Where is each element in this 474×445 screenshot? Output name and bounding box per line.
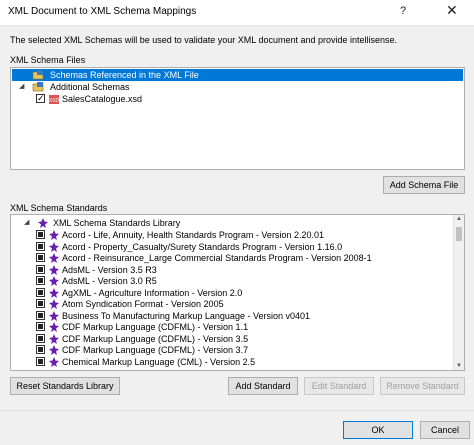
standard-item-label: CDF Markup Language (CDFML) - Version 1.…: [62, 322, 249, 332]
tree-item-referenced-schemas[interactable]: Schemas Referenced in the XML File: [12, 69, 463, 81]
standard-checkbox[interactable]: [36, 299, 45, 308]
schema-folder-icon: [32, 70, 44, 80]
standard-icon: [49, 356, 59, 367]
standard-checkbox[interactable]: [36, 230, 45, 239]
xsd-file-icon: XSD: [49, 95, 60, 104]
collapse-arrow-icon[interactable]: ◢: [19, 81, 24, 93]
cancel-button[interactable]: Cancel: [420, 421, 470, 439]
standard-item-label: Business To Manufacturing Markup Languag…: [62, 310, 310, 321]
ok-button[interactable]: OK: [343, 421, 413, 439]
standard-item-label: Acord - Property_Casualty/Surety Standar…: [62, 241, 343, 252]
tree-item-standards-library[interactable]: ◢ XML Schema Standards Library: [12, 217, 452, 229]
standard-item[interactable]: Acord - Life, Annuity, Health Standards …: [12, 229, 452, 241]
standard-icon: [49, 310, 59, 321]
standard-item[interactable]: AdsML - Version 3.0 R5: [12, 275, 452, 287]
standard-item-label: Atom Syndication Format - Version 2005: [62, 299, 224, 309]
svg-text:XSD: XSD: [49, 98, 60, 104]
help-button[interactable]: ?: [400, 5, 406, 17]
close-button[interactable]: ✕: [446, 2, 458, 19]
schema-files-tree[interactable]: Schemas Referenced in the XML File ◢ Add…: [10, 67, 465, 170]
tree-item-label: Schemas Referenced in the XML File: [50, 70, 199, 80]
add-schema-file-button[interactable]: Add Schema File: [383, 176, 465, 194]
standard-checkbox[interactable]: [36, 276, 45, 285]
standard-library-icon: [38, 218, 48, 228]
standard-item-label: CDF Markup Language (CDFML) - Version 3.…: [62, 345, 249, 355]
scroll-down-icon[interactable]: ▼: [456, 363, 462, 369]
reset-standards-library-button[interactable]: Reset Standards Library: [10, 377, 120, 395]
tree-item-label: SalesCatalogue.xsd: [62, 94, 143, 104]
standard-item[interactable]: CDF Markup Language (CDFML) - Version 1.…: [12, 321, 452, 333]
standard-checkbox[interactable]: [36, 287, 45, 297]
remove-standard-button[interactable]: Remove Standard: [380, 377, 465, 395]
tree-item-label: Additional Schemas: [50, 82, 130, 92]
standard-item-label: AdsML - Version 3.0 R5: [62, 276, 157, 286]
standard-item-label: Chemical Markup Language (CML) - Version…: [62, 356, 256, 367]
standard-icon: [49, 333, 59, 344]
standard-checkbox[interactable]: [36, 253, 45, 262]
standard-item[interactable]: AgXML - Agriculture Information - Versio…: [12, 287, 452, 299]
standard-item[interactable]: AdsML - Version 3.5 R3: [12, 264, 452, 276]
edit-standard-button[interactable]: Edit Standard: [304, 377, 374, 395]
standard-item-label: CDF Markup Language (CDFML) - Version 3.…: [62, 333, 249, 344]
standard-item[interactable]: Acord - Property_Casualty/Surety Standar…: [12, 241, 452, 253]
standards-scrollbar[interactable]: ▲ ▼: [453, 215, 464, 370]
standard-item[interactable]: Atom Syndication Format - Version 2005: [12, 298, 452, 310]
window-title: XML Document to XML Schema Mappings: [8, 6, 197, 17]
standard-icon: [49, 264, 59, 275]
standard-checkbox[interactable]: [36, 356, 45, 366]
schema-checkbox[interactable]: [36, 92, 45, 104]
standard-checkbox[interactable]: [36, 241, 45, 251]
standard-item-label: AdsML - Version 3.5 R3: [62, 264, 157, 275]
scroll-thumb[interactable]: [456, 227, 462, 241]
schema-files-label: XML Schema Files: [10, 55, 86, 65]
standard-icon: [49, 253, 59, 263]
standard-icon: [49, 299, 59, 309]
standard-item-label: AgXML - Agriculture Information - Versio…: [62, 287, 243, 298]
standard-icon: [49, 345, 59, 355]
standard-checkbox[interactable]: [36, 322, 45, 331]
schema-standards-tree[interactable]: ◢ XML Schema Standards Library Acord - L…: [10, 214, 465, 371]
standard-item-label: Acord - Life, Annuity, Health Standards …: [62, 230, 324, 240]
standard-item[interactable]: Business To Manufacturing Markup Languag…: [12, 310, 452, 322]
standard-icon: [49, 241, 59, 252]
standard-checkbox[interactable]: [36, 333, 45, 343]
tree-item-salescatalogue[interactable]: XSD SalesCatalogue.xsd: [12, 92, 463, 105]
standard-checkbox[interactable]: [36, 345, 45, 354]
standard-item-label: Acord - Reinsurance_Large Commercial Sta…: [62, 253, 372, 263]
standard-icon: [49, 322, 59, 332]
standard-item[interactable]: CDF Markup Language (CDFML) - Version 3.…: [12, 344, 452, 356]
schema-standards-label: XML Schema Standards: [10, 203, 108, 213]
dialog-description: The selected XML Schemas will be used to…: [10, 35, 398, 45]
scroll-up-icon[interactable]: ▲: [456, 216, 462, 222]
standard-item[interactable]: CDF Markup Language (CDFML) - Version 3.…: [12, 333, 452, 345]
title-bar: XML Document to XML Schema Mappings ? ✕: [0, 0, 474, 26]
standard-icon: [49, 287, 59, 298]
collapse-arrow-icon[interactable]: ◢: [24, 217, 29, 229]
tree-item-additional-schemas[interactable]: ◢ Additional Schemas: [12, 81, 463, 93]
standard-checkbox[interactable]: [36, 264, 45, 274]
standard-item[interactable]: Chemical Markup Language (CML) - Version…: [12, 356, 452, 368]
tree-item-label: XML Schema Standards Library: [53, 218, 181, 228]
standard-icon: [49, 230, 59, 240]
standard-checkbox[interactable]: [36, 310, 45, 320]
add-standard-button[interactable]: Add Standard: [228, 377, 298, 395]
standard-item[interactable]: Acord - Reinsurance_Large Commercial Sta…: [12, 252, 452, 264]
standard-icon: [49, 276, 59, 286]
